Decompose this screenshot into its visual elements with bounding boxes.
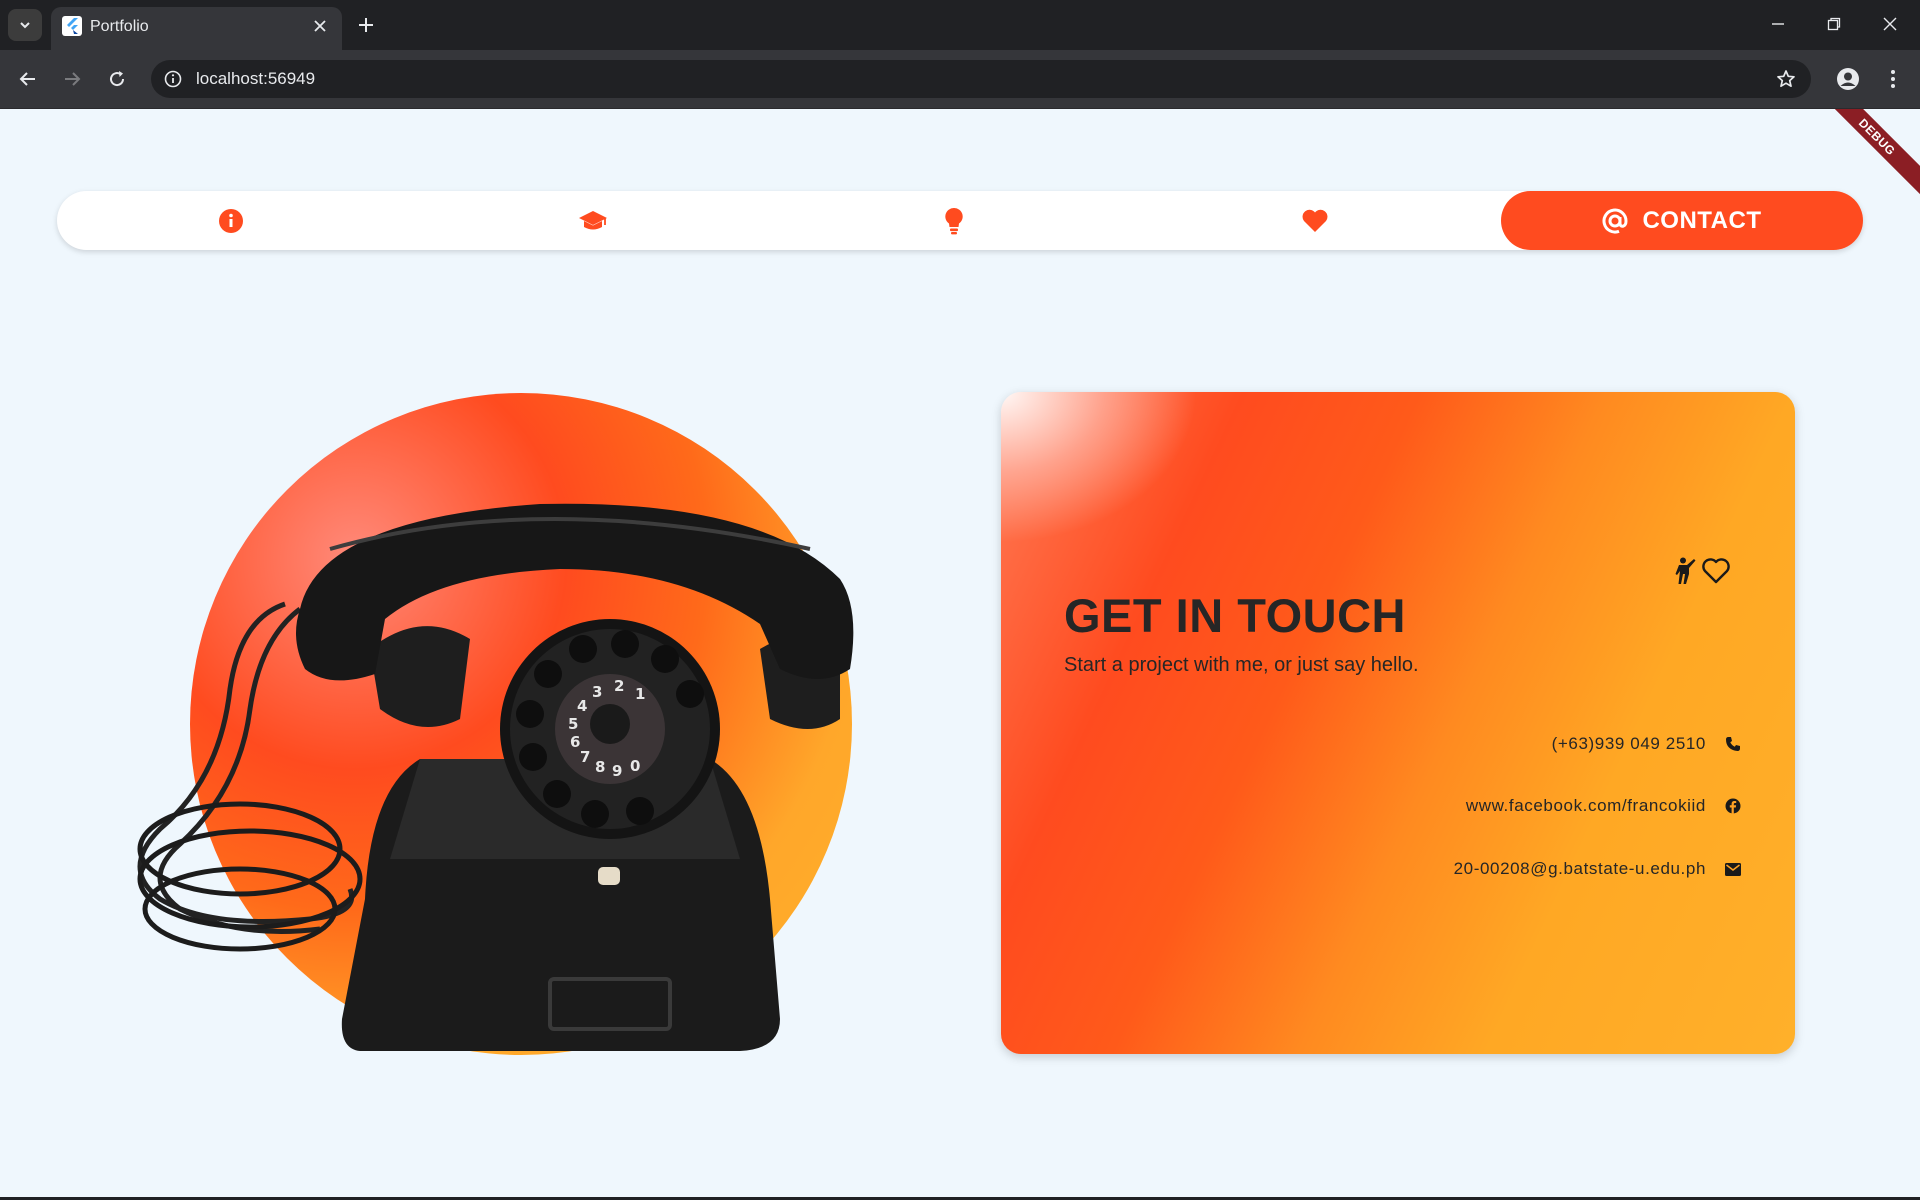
- nav-contact-button[interactable]: CONTACT: [1501, 191, 1863, 250]
- forward-button[interactable]: [55, 62, 89, 96]
- page-viewport: DEBUG CONTACT 1 2 3 4 5 6 7 8 9 0 GET IN…: [0, 109, 1920, 1200]
- svg-text:6: 6: [570, 733, 580, 751]
- svg-text:7: 7: [580, 748, 590, 766]
- restore-button[interactable]: [1806, 7, 1862, 41]
- heart-icon: [1302, 209, 1328, 232]
- tab-title: Portfolio: [90, 18, 149, 35]
- info-icon: [164, 70, 182, 88]
- svg-text:3: 3: [592, 683, 602, 701]
- at-sign-icon: [1602, 208, 1628, 233]
- flutter-logo-icon: [62, 16, 82, 36]
- tab-close-button[interactable]: [309, 15, 331, 37]
- tab-search-button[interactable]: [8, 9, 42, 41]
- star-icon: [1777, 70, 1795, 88]
- more-vertical-icon: [1891, 70, 1895, 88]
- browser-tabstrip: Portfolio: [0, 0, 1920, 50]
- new-tab-button[interactable]: [352, 11, 380, 39]
- close-window-button[interactable]: [1862, 7, 1918, 41]
- chevron-down-icon: [20, 22, 30, 29]
- site-info-button[interactable]: [159, 65, 187, 93]
- close-icon: [314, 20, 326, 32]
- nav-education-button[interactable]: [553, 191, 633, 250]
- nav-contact-label: CONTACT: [1642, 206, 1762, 234]
- browser-toolbar: localhost:56949: [0, 50, 1920, 109]
- phone-row[interactable]: (+63)939 049 2510: [1552, 734, 1742, 754]
- facebook-text: www.facebook.com/francokiid: [1465, 796, 1706, 815]
- profile-button[interactable]: [1831, 62, 1865, 96]
- contact-card: GET IN TOUCH Start a project with me, or…: [1001, 392, 1795, 1054]
- nav-about-button[interactable]: [191, 191, 271, 250]
- back-button[interactable]: [11, 62, 45, 96]
- arrow-right-icon: [65, 72, 81, 86]
- minimize-button[interactable]: [1750, 7, 1806, 41]
- heart-outline-icon: [1702, 558, 1730, 584]
- bookmark-button[interactable]: [1773, 66, 1799, 92]
- arrow-left-icon: [19, 72, 35, 86]
- facebook-icon: [1724, 797, 1742, 815]
- url-text: localhost:56949: [196, 69, 316, 88]
- phone-text: (+63)939 049 2510: [1551, 734, 1706, 753]
- mail-icon: [1724, 860, 1742, 878]
- svg-text:0: 0: [630, 757, 640, 775]
- graduation-cap-icon: [579, 210, 607, 229]
- svg-text:5: 5: [568, 715, 578, 733]
- rotary-telephone-image: 123 456 78 9 0: [137, 503, 854, 1051]
- reload-button[interactable]: [100, 62, 134, 96]
- profile-icon: [1837, 68, 1859, 90]
- address-bar[interactable]: localhost:56949: [151, 60, 1811, 98]
- nav-interests-button[interactable]: [1275, 191, 1355, 250]
- contact-subtitle: Start a project with me, or just say hel…: [1064, 654, 1419, 676]
- nav-projects-button[interactable]: [914, 191, 994, 250]
- svg-text:4: 4: [577, 697, 587, 715]
- debug-banner: DEBUG: [1809, 109, 1920, 205]
- restore-icon: [1827, 17, 1841, 31]
- lightbulb-icon: [945, 207, 963, 234]
- facebook-row[interactable]: www.facebook.com/francokiid: [1466, 796, 1742, 816]
- svg-text:2: 2: [614, 677, 624, 695]
- email-text: 20-00208@g.batstate-u.edu.ph: [1453, 859, 1706, 878]
- plus-icon: [359, 18, 373, 32]
- reload-icon: [110, 71, 125, 87]
- svg-text:8: 8: [595, 758, 605, 776]
- info-icon: [219, 208, 243, 233]
- minimize-icon: [1772, 23, 1784, 25]
- card-decoration-icons: [1675, 557, 1731, 585]
- person-waving-icon: [1675, 557, 1696, 584]
- contact-title: GET IN TOUCH: [1064, 589, 1406, 642]
- menu-button[interactable]: [1876, 62, 1910, 96]
- svg-text:9: 9: [612, 762, 622, 780]
- phone-icon: [1724, 735, 1742, 753]
- svg-text:1: 1: [635, 685, 645, 703]
- top-navbar: CONTACT: [57, 191, 1863, 250]
- email-row[interactable]: 20-00208@g.batstate-u.edu.ph: [1454, 859, 1742, 879]
- browser-tab[interactable]: Portfolio: [51, 7, 342, 50]
- close-icon: [1883, 17, 1897, 31]
